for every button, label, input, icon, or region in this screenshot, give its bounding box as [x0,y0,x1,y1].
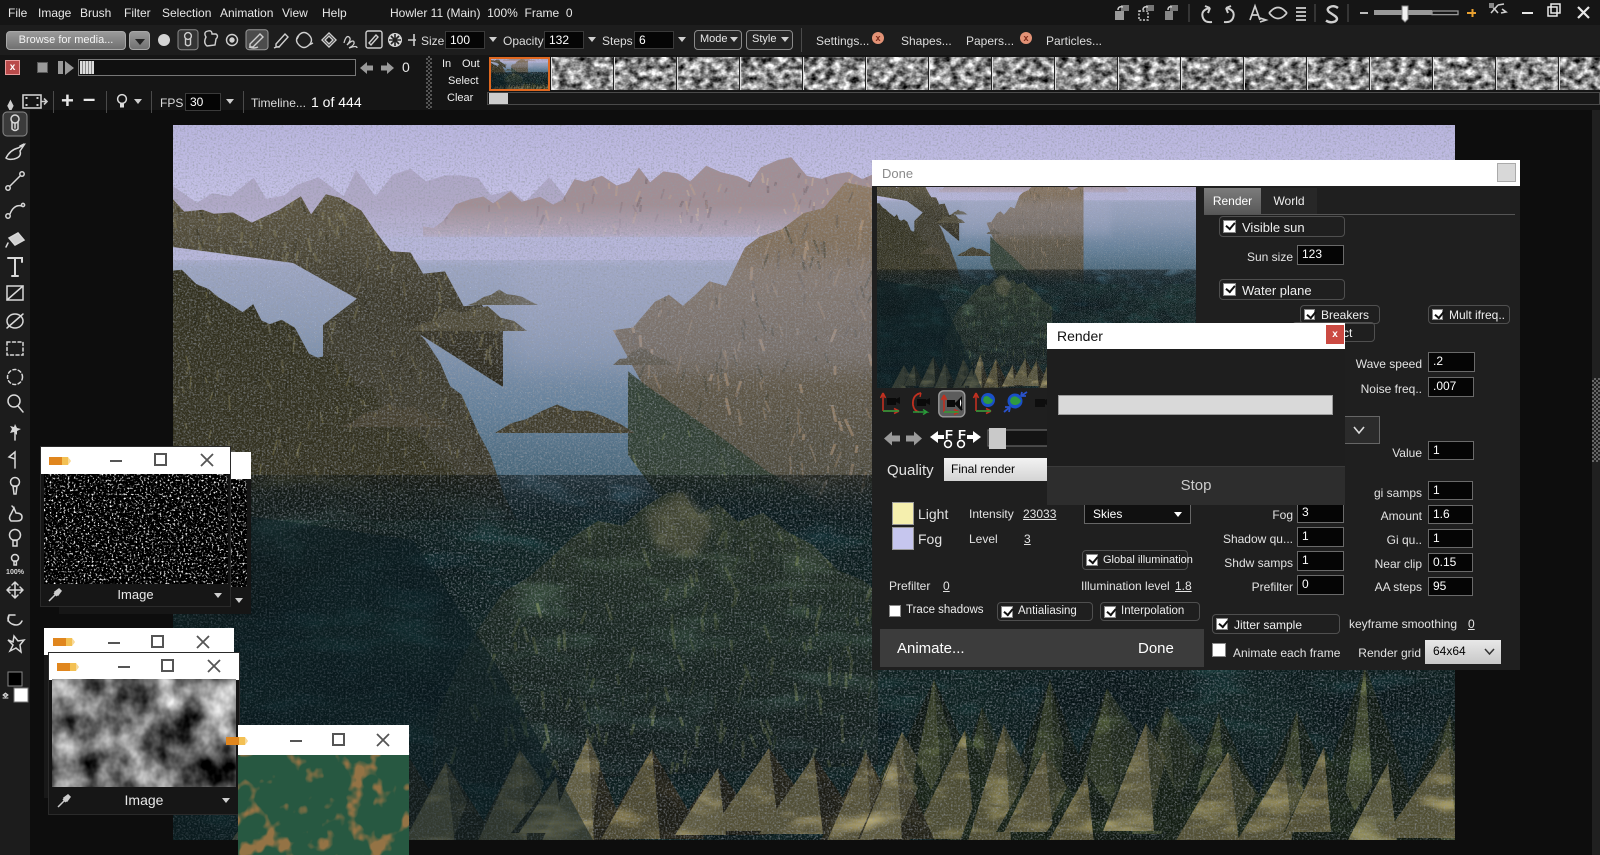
svg-text:F: F [945,428,953,442]
svg-text:100%: 100% [6,569,25,576]
svg-text:F: F [958,428,966,442]
